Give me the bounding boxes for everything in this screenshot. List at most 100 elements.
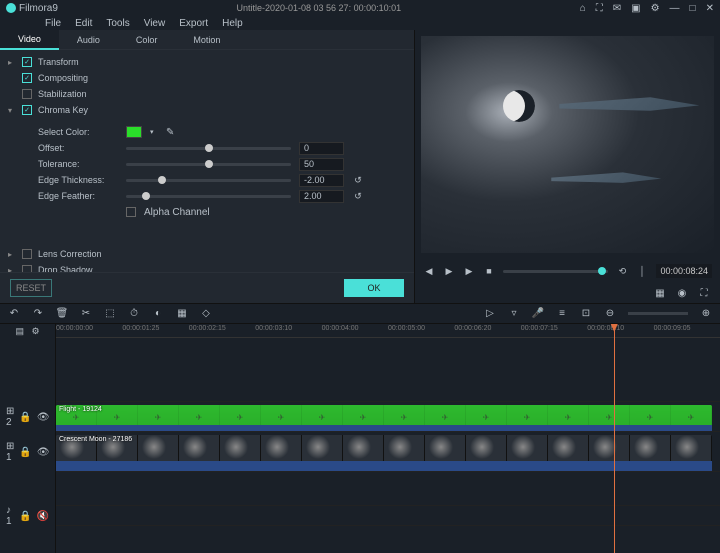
ok-button[interactable]: OK — [344, 279, 404, 297]
noti-icon[interactable]: ▣ — [631, 3, 640, 14]
audio-icon[interactable]: 🎤 — [532, 308, 544, 320]
color-swatch[interactable] — [126, 126, 142, 138]
menu-tools[interactable]: Tools — [106, 18, 129, 29]
redo-icon[interactable]: ↷ — [32, 308, 44, 320]
crop-icon[interactable]: ⬚ — [104, 308, 116, 320]
slider-tolerance[interactable] — [126, 163, 291, 166]
prop-drop-shadow[interactable]: ▸ Drop Shadow — [0, 262, 414, 272]
split-icon[interactable]: ✂ — [80, 308, 92, 320]
window-controls: ⌂ ⛶ ✉ ▣ ⚙ — □ ✕ — [580, 3, 714, 14]
tab-audio[interactable]: Audio — [59, 31, 118, 49]
snapshot-icon[interactable]: ◉ — [676, 287, 688, 299]
preview-tools: ▦ ◉ ⛶ — [415, 283, 720, 303]
timeline-options[interactable]: ▤ ⚙ — [0, 324, 55, 338]
video-track-2[interactable]: Flight - 19124 ✈✈✈✈✈✈✈✈✈✈✈✈✈✈✈✈ — [56, 402, 720, 432]
mute-icon[interactable]: 🔇 — [37, 511, 49, 522]
chevron-icon[interactable]: ▸ — [8, 58, 16, 67]
menu-help[interactable]: Help — [222, 18, 243, 29]
keyframe-icon[interactable]: ◇ — [200, 308, 212, 320]
checkbox-lens[interactable] — [22, 249, 32, 259]
checkbox-alpha[interactable] — [126, 207, 136, 217]
prev-frame-button[interactable]: ◀ — [423, 265, 435, 277]
color-icon[interactable]: ◐ — [152, 308, 164, 320]
settings-icon[interactable]: ⚙ — [651, 3, 660, 14]
close-icon[interactable]: ✕ — [706, 3, 714, 14]
track-header-2[interactable]: ⊞ 2 🔒 👁 — [0, 402, 55, 432]
time-ruler[interactable]: 00:00:00:00 00:00:01:25 00:00:02:15 00:0… — [56, 324, 720, 338]
tab-color[interactable]: Color — [118, 31, 176, 49]
prop-stabilization[interactable]: ✓ Stabilization — [0, 86, 414, 102]
prop-lens-correction[interactable]: ▸ Lens Correction — [0, 246, 414, 262]
checkbox-compositing[interactable]: ✓ — [22, 73, 32, 83]
empty-track[interactable] — [56, 472, 720, 506]
render-icon[interactable]: ▷ — [484, 308, 496, 320]
input-offset[interactable]: 0 — [299, 142, 344, 155]
input-tolerance[interactable]: 50 — [299, 158, 344, 171]
reset-edge-feather-icon[interactable]: ↺ — [352, 191, 364, 202]
loop-icon[interactable]: ⟲ — [616, 265, 628, 277]
input-edge-thickness[interactable]: -2.00 — [299, 174, 344, 187]
checkbox-chromakey[interactable]: ✓ — [22, 105, 32, 115]
lock-icon[interactable]: 🔒 — [19, 511, 31, 522]
zoom-fit-icon[interactable]: ⊡ — [580, 308, 592, 320]
empty-track[interactable] — [56, 338, 720, 402]
reset-button[interactable]: RESET — [10, 279, 52, 297]
chevron-down-icon[interactable]: ▾ — [8, 106, 16, 115]
eye-icon[interactable]: 👁 — [37, 412, 50, 423]
label-edge-thickness: Edge Thickness: — [38, 175, 118, 185]
mark-icon[interactable]: │ — [636, 265, 648, 277]
slider-offset[interactable] — [126, 147, 291, 150]
slider-edge-feather[interactable] — [126, 195, 291, 198]
msg-icon[interactable]: ✉ — [613, 3, 621, 14]
playback-slider[interactable] — [503, 270, 608, 273]
prop-chromakey[interactable]: ▾ ✓ Chroma Key — [0, 102, 414, 118]
reset-edge-thickness-icon[interactable]: ↺ — [352, 175, 364, 186]
timeline: ▤ ⚙ ⊞ 2 🔒 👁 ⊞ 1 🔒 👁 ♪ 1 🔒 🔇 00:00:00:00 … — [0, 323, 720, 553]
marker-icon[interactable]: ▿ — [508, 308, 520, 320]
delete-icon[interactable]: 🗑 — [56, 308, 68, 320]
video-preview — [421, 36, 714, 253]
speed-icon[interactable]: ⏱ — [128, 308, 140, 320]
menu-edit[interactable]: Edit — [75, 18, 92, 29]
checkbox-stabilization[interactable]: ✓ — [22, 89, 32, 99]
minimize-icon[interactable]: — — [670, 3, 680, 14]
user-icon[interactable]: ⌂ — [580, 3, 586, 14]
chevron-icon[interactable]: ▸ — [8, 250, 16, 259]
lock-icon[interactable]: 🔒 — [19, 447, 31, 458]
prop-transform[interactable]: ▸ ✓ Transform — [0, 54, 414, 70]
undo-icon[interactable]: ↶ — [8, 308, 20, 320]
timeline-tracks[interactable]: 00:00:00:00 00:00:01:25 00:00:02:15 00:0… — [56, 324, 720, 553]
input-edge-feather[interactable]: 2.00 — [299, 190, 344, 203]
video-track-1[interactable]: Crescent Moon - 27186 — [56, 432, 720, 472]
audio-track-1[interactable] — [56, 506, 720, 526]
fullscreen-icon[interactable]: ⛶ — [698, 287, 710, 299]
properties-list: ▸ ✓ Transform ✓ Compositing ✓ Stabilizat… — [0, 50, 414, 272]
cart-icon[interactable]: ⛶ — [596, 3, 603, 14]
tab-motion[interactable]: Motion — [175, 31, 238, 49]
mixer-icon[interactable]: ≡ — [556, 308, 568, 320]
zoom-in-icon[interactable]: ⊕ — [700, 308, 712, 320]
track-header-audio[interactable]: ♪ 1 🔒 🔇 — [0, 506, 55, 526]
color-dropdown-icon[interactable]: ▾ — [150, 128, 158, 136]
checkbox-transform[interactable]: ✓ — [22, 57, 32, 67]
stop-button[interactable]: ■ — [483, 265, 495, 277]
zoom-out-icon[interactable]: ⊖ — [604, 308, 616, 320]
checkbox-shadow[interactable] — [22, 265, 32, 272]
slider-edge-thickness[interactable] — [126, 179, 291, 182]
tab-video[interactable]: Video — [0, 30, 59, 50]
prop-compositing[interactable]: ✓ Compositing — [0, 70, 414, 86]
eyedropper-icon[interactable]: ✎ — [166, 127, 174, 138]
lock-icon[interactable]: 🔒 — [19, 412, 31, 423]
quality-icon[interactable]: ▦ — [654, 287, 666, 299]
play-button[interactable]: ▶ — [443, 265, 455, 277]
menu-file[interactable]: File — [45, 18, 61, 29]
zoom-slider[interactable] — [628, 312, 688, 315]
playhead[interactable] — [614, 324, 615, 553]
maximize-icon[interactable]: □ — [690, 3, 696, 14]
green-screen-icon[interactable]: ▦ — [176, 308, 188, 320]
menu-export[interactable]: Export — [179, 18, 208, 29]
eye-icon[interactable]: 👁 — [37, 447, 50, 458]
track-header-1[interactable]: ⊞ 1 🔒 👁 — [0, 432, 55, 472]
menu-view[interactable]: View — [144, 18, 166, 29]
next-frame-button[interactable]: ▶ — [463, 265, 475, 277]
